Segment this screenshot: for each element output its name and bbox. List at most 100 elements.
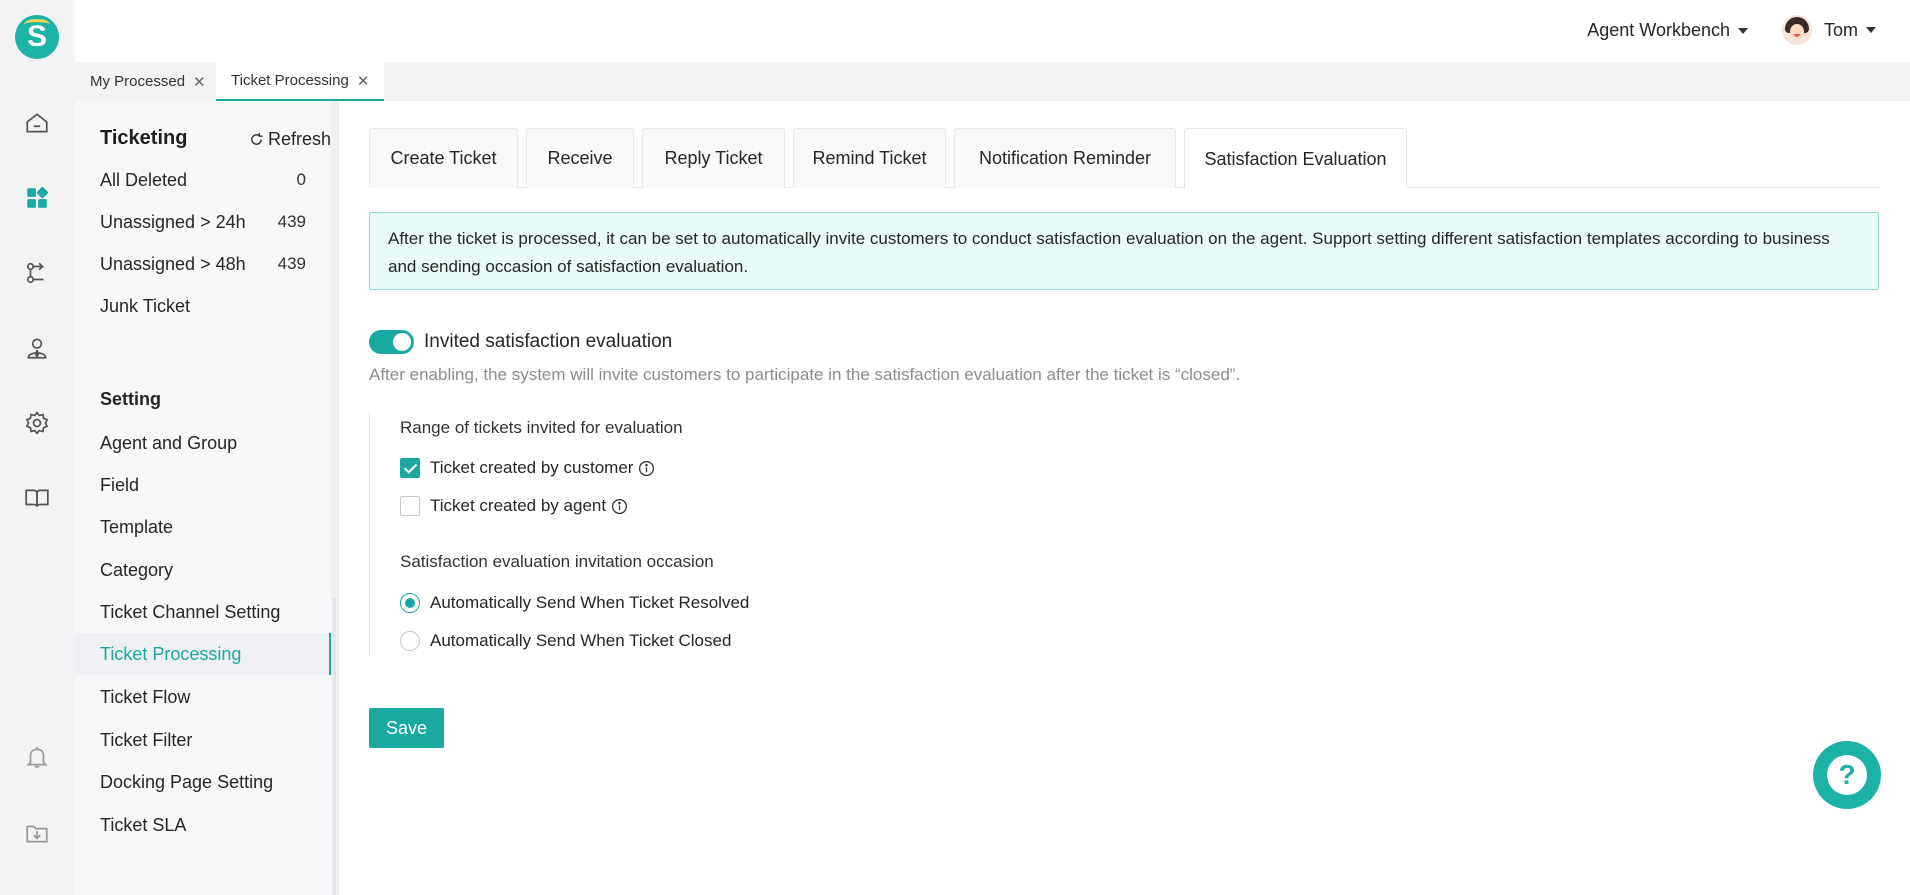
tab-my-processed[interactable]: My Processed ✕	[75, 62, 221, 101]
sidebar-item-label: All Deleted	[100, 169, 188, 190]
tab-receive[interactable]: Receive	[526, 128, 634, 188]
app-logo[interactable]: S	[15, 15, 59, 59]
evaluation-toggle[interactable]	[369, 330, 414, 354]
checkbox-created-by-customer[interactable]	[400, 458, 420, 478]
info-icon[interactable]	[638, 460, 655, 477]
tab-ticket-processing[interactable]: Ticket Processing ✕	[216, 62, 385, 101]
checkbox-created-by-agent[interactable]	[400, 496, 420, 516]
sidebar-item-agent-and-group[interactable]: Agent and Group	[75, 422, 331, 464]
tab-label: Notification Reminder	[978, 148, 1152, 168]
tab-notification-reminder[interactable]: Notification Reminder	[954, 128, 1176, 188]
agent-icon[interactable]	[22, 333, 52, 363]
tab-reply-ticket[interactable]: Reply Ticket	[642, 128, 785, 188]
refresh-button[interactable]: Refresh	[249, 129, 331, 150]
sidebar: Ticketing Refresh All Deleted 0 Unassign…	[75, 101, 338, 895]
sidebar-item-ticket-filter[interactable]: Ticket Filter	[75, 719, 331, 761]
workbench-label: Agent Workbench	[1587, 20, 1730, 40]
sidebar-item-label: Docking Page Setting	[100, 771, 274, 792]
sidebar-item-label: Category	[100, 559, 174, 580]
chevron-down-icon	[1738, 28, 1748, 35]
tab-label: Remind Ticket	[812, 148, 927, 168]
sidebar-item-count: 0	[296, 170, 306, 189]
sidebar-item-label: Template	[100, 516, 174, 537]
sidebar-item-ticket-channel-setting[interactable]: Ticket Channel Setting	[75, 591, 331, 633]
sidebar-item-label: Ticket Processing	[100, 643, 242, 664]
option-label: Automatically Send When Ticket Closed	[430, 631, 732, 650]
settings-icon[interactable]	[22, 408, 52, 438]
tab-satisfaction-evaluation[interactable]: Satisfaction Evaluation	[1184, 128, 1407, 189]
sidebar-item-template[interactable]: Template	[75, 506, 331, 548]
help-button[interactable]: ?	[1813, 741, 1881, 809]
toggle-description: After enabling, the system will invite c…	[369, 365, 1241, 384]
sidebar-item-label: Ticket SLA	[100, 814, 187, 835]
save-button[interactable]: Save	[369, 708, 444, 748]
tab-remind-ticket[interactable]: Remind Ticket	[793, 128, 946, 188]
sidebar-item-ticket-flow[interactable]: Ticket Flow	[75, 676, 331, 718]
sidebar-section-setting: Setting	[100, 389, 161, 409]
sidebar-item-label: Agent and Group	[100, 432, 238, 453]
tab-label: Create Ticket	[390, 148, 497, 168]
dashboard-icon[interactable]	[22, 183, 52, 213]
sidebar-item-label: Field	[100, 474, 140, 495]
option-created-by-customer[interactable]: Ticket created by customer	[400, 458, 655, 478]
option-send-when-closed[interactable]: Automatically Send When Ticket Closed	[400, 631, 731, 651]
sidebar-item-label: Junk Ticket	[100, 295, 191, 316]
workbench-dropdown[interactable]: Agent Workbench	[1587, 20, 1748, 41]
sidebar-item-label: Ticket Channel Setting	[100, 601, 281, 622]
sidebar-item-docking-page-setting[interactable]: Docking Page Setting	[75, 761, 331, 803]
sidebar-item-count: 439	[277, 212, 306, 231]
sidebar-item-field[interactable]: Field	[75, 464, 331, 506]
toggle-label: Invited satisfaction evaluation	[424, 331, 673, 352]
book-icon[interactable]	[22, 483, 52, 513]
tab-label: Reply Ticket	[664, 148, 763, 168]
left-rail: S	[0, 0, 75, 895]
evaluation-toggle-row: Invited satisfaction evaluation	[369, 330, 672, 354]
sidebar-item-unassigned-24h[interactable]: Unassigned > 24h 439	[75, 201, 331, 243]
option-label: Ticket created by agent	[430, 496, 607, 515]
radio-send-when-resolved[interactable]	[400, 593, 420, 613]
home-icon[interactable]	[22, 108, 52, 138]
top-bar: Agent Workbench Tom	[75, 0, 1910, 62]
user-menu[interactable]: Tom	[1781, 15, 1876, 45]
page-tab-strip: My Processed ✕ Ticket Processing ✕	[75, 62, 1910, 101]
sidebar-scrollbar[interactable]	[331, 101, 338, 895]
tab-label: Receive	[547, 148, 613, 168]
sidebar-item-junk-ticket[interactable]: Junk Ticket	[75, 285, 331, 327]
sidebar-item-unassigned-48h[interactable]: Unassigned > 48h 439	[75, 243, 331, 285]
sub-tab-bar: Create Ticket Receive Reply Ticket Remin…	[369, 128, 1880, 189]
options-group-border	[369, 413, 371, 654]
option-label: Ticket created by customer	[430, 458, 634, 477]
sidebar-item-count: 439	[277, 254, 306, 273]
close-icon[interactable]: ✕	[357, 72, 370, 90]
info-icon[interactable]	[611, 498, 628, 515]
sidebar-item-category[interactable]: Category	[75, 549, 331, 591]
option-send-when-resolved[interactable]: Automatically Send When Ticket Resolved	[400, 593, 749, 613]
download-icon[interactable]	[22, 818, 52, 848]
info-banner: After the ticket is processed, it can be…	[369, 212, 1879, 290]
sidebar-item-all-deleted[interactable]: All Deleted 0	[75, 159, 331, 201]
bell-icon[interactable]	[22, 742, 52, 772]
sidebar-item-ticket-sla[interactable]: Ticket SLA	[75, 804, 331, 846]
close-icon[interactable]: ✕	[193, 73, 206, 91]
range-label: Range of tickets invited for evaluation	[400, 418, 683, 437]
tab-label: Ticket Processing	[231, 72, 349, 89]
tab-create-ticket[interactable]: Create Ticket	[369, 128, 518, 188]
occasion-label: Satisfaction evaluation invitation occas…	[400, 552, 714, 571]
help-icon: ?	[1827, 755, 1867, 795]
main-content: Create Ticket Receive Reply Ticket Remin…	[339, 101, 1910, 895]
user-name: Tom	[1823, 19, 1858, 40]
refresh-label: Refresh	[267, 129, 331, 149]
sidebar-item-label: Ticket Filter	[100, 729, 193, 750]
avatar	[1781, 15, 1812, 45]
refresh-icon	[251, 132, 263, 145]
tab-label: Satisfaction Evaluation	[1204, 148, 1387, 169]
sidebar-item-label: Unassigned > 48h	[100, 253, 246, 274]
active-indicator	[329, 633, 331, 675]
scrollbar-thumb[interactable]	[333, 598, 336, 895]
sidebar-item-ticket-processing[interactable]: Ticket Processing	[75, 633, 331, 675]
routing-icon[interactable]	[22, 258, 52, 288]
option-created-by-agent[interactable]: Ticket created by agent	[400, 496, 628, 516]
radio-send-when-closed[interactable]	[400, 631, 420, 651]
sidebar-item-label: Unassigned > 24h	[100, 211, 246, 232]
option-label: Automatically Send When Ticket Resolved	[430, 593, 750, 612]
